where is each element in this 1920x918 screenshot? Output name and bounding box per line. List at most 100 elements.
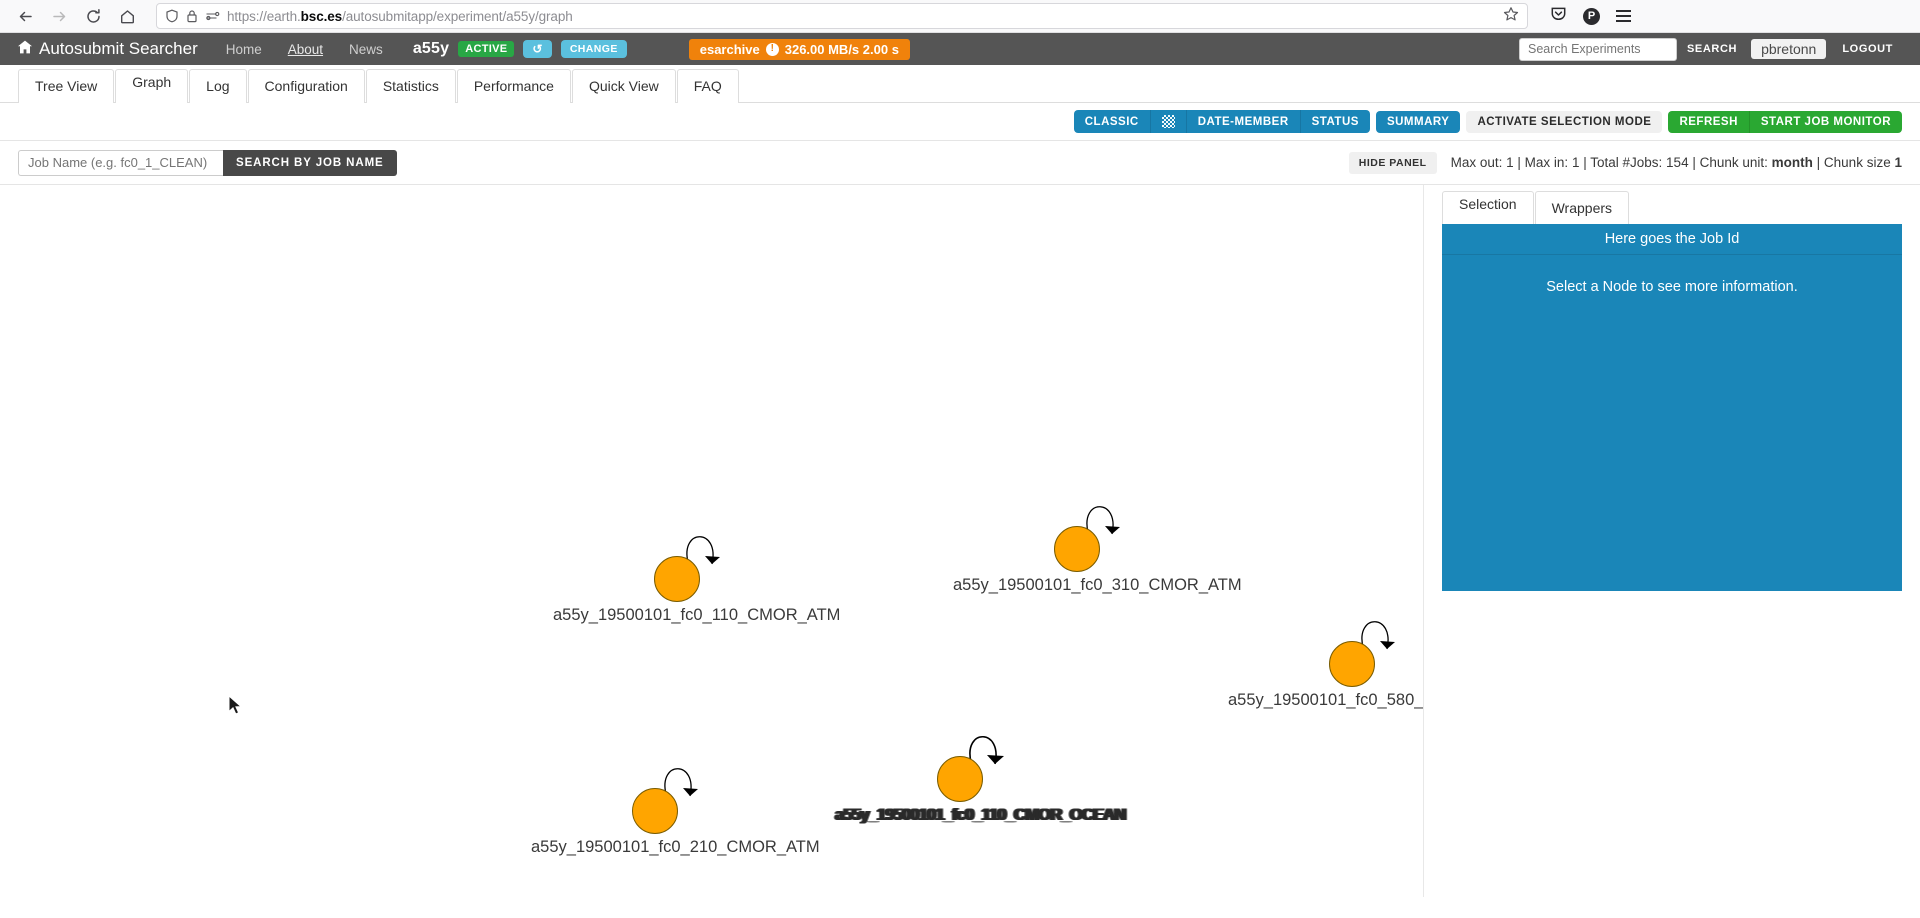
total-jobs-label: Total #Jobs: <box>1590 155 1663 170</box>
profile-avatar[interactable]: P <box>1583 7 1600 25</box>
classic-view-button[interactable]: CLASSIC <box>1073 110 1150 133</box>
url-text[interactable]: https://earth.bsc.es/autosubmitapp/exper… <box>227 9 1496 24</box>
padlock-icon[interactable] <box>186 9 198 23</box>
panel-tab-wrappers[interactable]: Wrappers <box>1534 191 1630 224</box>
graph-stats: Max out: 1 | Max in: 1 | Total #Jobs: 15… <box>1450 155 1902 170</box>
graph-node[interactable]: a55y_19500101_fc0_110_CMOR_OCEAN <box>835 730 1126 825</box>
node-shape[interactable] <box>653 530 740 602</box>
nav-link-about[interactable]: About <box>288 42 323 57</box>
app-nav-links: Home About News <box>226 42 383 57</box>
logout-button[interactable]: LOGOUT <box>1832 38 1903 60</box>
grid-view-button[interactable] <box>1149 110 1186 133</box>
activate-selection-mode-button[interactable]: ACTIVATE SELECTION MODE <box>1466 110 1663 133</box>
job-search-group: SEARCH BY JOB NAME <box>18 149 397 176</box>
nav-link-home[interactable]: Home <box>226 42 262 57</box>
hamburger-menu-icon[interactable] <box>1616 10 1631 22</box>
esarchive-stats: 326.00 MB/s 2.00 s <box>784 41 899 57</box>
graph-node[interactable]: a55y_19500101_fc0_210_CMOR_ATM <box>531 762 820 857</box>
hide-panel-button[interactable]: HIDE PANEL <box>1348 151 1437 174</box>
tab-performance[interactable]: Performance <box>456 69 571 103</box>
total-jobs-value: 154 <box>1666 155 1689 170</box>
node-circle-orange[interactable] <box>1329 641 1376 687</box>
search-by-job-name-button[interactable]: SEARCH BY JOB NAME <box>223 149 397 176</box>
node-circle-orange[interactable] <box>632 788 679 834</box>
url-scheme: https://earth. <box>227 8 301 24</box>
node-shape[interactable] <box>1329 615 1415 687</box>
back-arrow-icon[interactable] <box>10 2 40 30</box>
summary-group: SUMMARY <box>1375 110 1461 133</box>
node-shape[interactable] <box>937 730 1023 802</box>
main-tabs: Tree View Graph Log Configuration Statis… <box>0 65 1920 103</box>
nav-link-news[interactable]: News <box>349 42 383 57</box>
history-button[interactable]: ↺ <box>523 40 552 58</box>
graph-node[interactable]: a55y_19500101_fc0_310_CMOR_ATM <box>953 500 1242 595</box>
node-circle-orange[interactable] <box>1054 526 1101 572</box>
username-chip[interactable]: pbretonn <box>1751 39 1827 59</box>
esarchive-status: esarchive ! 326.00 MB/s 2.00 s <box>688 38 910 60</box>
node-circle-orange[interactable] <box>937 756 984 802</box>
app-navbar: Autosubmit Searcher Home About News a55y… <box>0 33 1920 65</box>
tab-statistics[interactable]: Statistics <box>365 69 456 103</box>
node-label: a55y_19500101_fc0_110_CMOR_OCEAN <box>835 806 1126 824</box>
change-experiment-button[interactable]: CHANGE <box>560 40 627 58</box>
tab-graph[interactable]: Graph <box>115 69 189 103</box>
summary-button[interactable]: SUMMARY <box>1375 110 1461 133</box>
exclamation-icon: ! <box>765 42 779 56</box>
permissions-icon[interactable] <box>205 9 220 23</box>
panel-tab-selection[interactable]: Selection <box>1442 191 1534 224</box>
graph-node[interactable]: a55y_19500101_fc0_580_CMOR_ATM <box>1228 615 1423 710</box>
graph-info-group: HIDE PANEL Max out: 1 | Max in: 1 | Tota… <box>1348 151 1902 174</box>
house-icon <box>17 39 33 60</box>
graph-canvas[interactable]: a55y_19500101_fc0_110_CMOR_ATM a55y_1950… <box>0 185 1423 897</box>
tab-quick-view[interactable]: Quick View <box>571 69 676 103</box>
node-label: a55y_19500101_fc0_110_CMOR_ATM <box>553 606 841 624</box>
panel-job-id-header: Here goes the Job Id <box>1442 224 1902 255</box>
forward-arrow-icon[interactable] <box>44 2 74 30</box>
node-shape[interactable] <box>632 762 718 834</box>
panel-tabs: Selection Wrappers <box>1442 185 1902 224</box>
selection-mode-group: ACTIVATE SELECTION MODE <box>1466 110 1663 133</box>
url-path: /autosubmitapp/experiment/a55y/graph <box>342 8 573 24</box>
refresh-button[interactable]: REFRESH <box>1668 110 1749 133</box>
max-in-label: Max in: <box>1524 155 1569 170</box>
experiment-id: a55y <box>412 40 450 57</box>
node-label: a55y_19500101_fc0_310_CMOR_ATM <box>953 576 1242 594</box>
panel-body: Here goes the Job Id Select a Node to se… <box>1442 224 1902 591</box>
max-out-value: 1 <box>1506 155 1514 170</box>
node-shape[interactable] <box>1054 500 1140 572</box>
main-content: a55y_19500101_fc0_110_CMOR_ATM a55y_1950… <box>0 185 1920 897</box>
tab-configuration[interactable]: Configuration <box>247 69 365 103</box>
browser-toolbar: https://earth.bsc.es/autosubmitapp/exper… <box>0 0 1920 33</box>
search-experiments-input[interactable] <box>1519 37 1677 61</box>
search-button[interactable]: SEARCH <box>1677 38 1747 60</box>
status-view-button[interactable]: STATUS <box>1299 110 1370 133</box>
star-icon[interactable] <box>1503 6 1519 27</box>
grid-icon <box>1161 115 1175 128</box>
graph-node[interactable]: a55y_19500101_fc0_110_CMOR_ATM <box>553 530 840 625</box>
home-icon[interactable] <box>112 2 142 30</box>
search-info-row: SEARCH BY JOB NAME HIDE PANEL Max out: 1… <box>0 141 1920 185</box>
appbar-right-group: SEARCH pbretonn LOGOUT <box>1519 37 1903 61</box>
job-name-input[interactable] <box>18 149 223 176</box>
start-job-monitor-button[interactable]: START JOB MONITOR <box>1748 110 1902 133</box>
tab-log[interactable]: Log <box>189 69 247 103</box>
tab-faq[interactable]: FAQ <box>676 69 739 103</box>
url-bar[interactable]: https://earth.bsc.es/autosubmitapp/exper… <box>156 3 1528 29</box>
shield-icon[interactable] <box>165 9 179 23</box>
selection-side-panel: Selection Wrappers Here goes the Job Id … <box>1423 185 1920 897</box>
node-circle-orange[interactable] <box>653 556 700 602</box>
graph-toolbar: CLASSIC DATE-MEMBER STATUS SUMMARY ACTIV… <box>0 103 1920 141</box>
max-in-value: 1 <box>1571 155 1580 170</box>
url-domain: bsc.es <box>300 8 343 24</box>
app-brand[interactable]: Autosubmit Searcher <box>17 39 198 60</box>
pocket-icon[interactable] <box>1550 5 1567 27</box>
date-member-view-button[interactable]: DATE-MEMBER <box>1185 110 1300 133</box>
panel-empty-message: Select a Node to see more information. <box>1546 279 1798 295</box>
tab-tree-view[interactable]: Tree View <box>18 69 115 103</box>
reload-icon[interactable] <box>78 2 108 30</box>
refresh-monitor-group: REFRESH START JOB MONITOR <box>1668 110 1902 133</box>
browser-nav-buttons <box>10 2 142 30</box>
esarchive-label: esarchive <box>699 41 760 57</box>
view-mode-group: CLASSIC DATE-MEMBER STATUS <box>1073 110 1370 133</box>
browser-right-controls: P <box>1536 5 1631 27</box>
